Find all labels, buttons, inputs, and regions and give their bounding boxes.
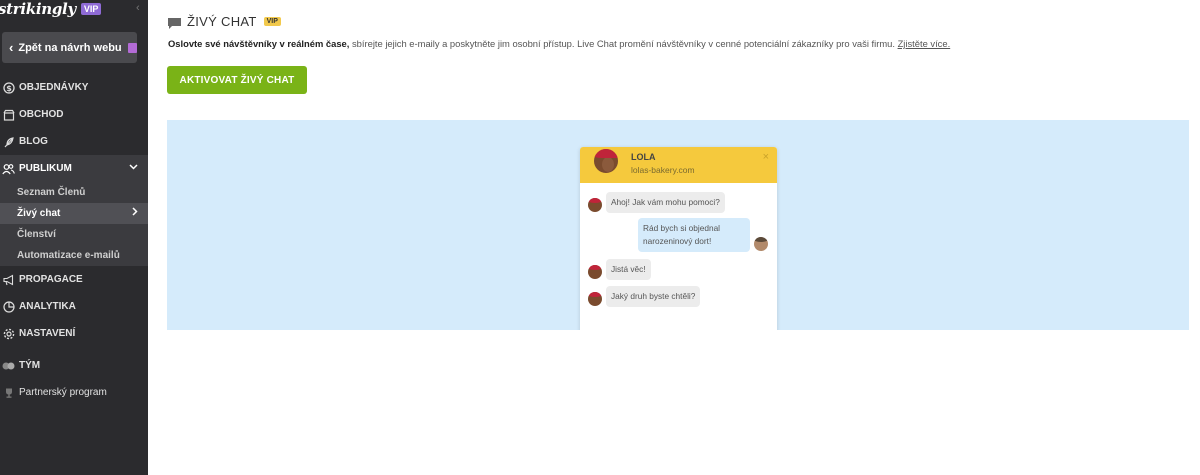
sidebar-item-settings[interactable]: NASTAVENÍ	[0, 320, 148, 347]
avatar-hair	[588, 292, 602, 297]
sidebar-item-label: PROPAGACE	[19, 274, 83, 285]
brand[interactable]: strikingly VIP	[0, 0, 102, 18]
sidebar-item-label: NASTAVENÍ	[19, 328, 76, 339]
feather-icon	[2, 135, 15, 148]
audience-submenu: Seznam Členů Živý chat Členství Automati…	[0, 182, 148, 266]
back-to-editor-button[interactable]: ‹ Zpět na návrh webu	[2, 32, 137, 63]
avatar-hair	[588, 265, 602, 270]
chat-message-agent: Jaký druh byste chtěli?	[606, 286, 701, 307]
people-icon	[2, 162, 15, 175]
pie-chart-icon	[2, 300, 15, 313]
avatar-hair	[754, 237, 768, 242]
avatar-hair	[594, 149, 618, 158]
sidebar-item-blog[interactable]: BLOG	[0, 128, 148, 155]
activate-live-chat-button[interactable]: AKTIVOVAT ŽIVÝ CHAT	[167, 66, 307, 94]
sidebar-item-team[interactable]: TÝM	[0, 352, 148, 379]
sidebar-item-label: OBJEDNÁVKY	[19, 82, 89, 93]
description-text: sbírejte jejich e-maily a poskytněte jim…	[349, 38, 898, 49]
sidebar-item-label: OBCHOD	[19, 109, 64, 120]
avatar-face	[602, 157, 614, 172]
chat-message-agent: Jistá věc!	[606, 259, 651, 280]
svg-text:$: $	[6, 84, 12, 93]
sidebar-item-store[interactable]: OBCHOD	[0, 101, 148, 128]
collapse-sidebar-icon[interactable]: ‹	[136, 2, 140, 14]
chevron-down-icon	[129, 162, 138, 173]
chat-widget-preview: LOLA lolas-bakery.com × Ahoj! Jak vám mo…	[580, 147, 777, 330]
chat-message-visitor: Rád bych si objednal narozeninový dort!	[638, 218, 750, 252]
message-line: narozeninový dort!	[643, 236, 712, 246]
chat-widget-header: LOLA lolas-bakery.com ×	[580, 147, 777, 183]
learn-more-link[interactable]: Zjistěte více.	[898, 38, 951, 49]
sidebar-item-label: TÝM	[19, 360, 41, 371]
page-description: Oslovte své návštěvníky v reálném čase, …	[168, 38, 950, 49]
chat-preview-area: LOLA lolas-bakery.com × Ahoj! Jak vám mo…	[167, 120, 1189, 330]
message-line: Rád bych si objednal	[643, 223, 721, 233]
store-icon	[2, 108, 15, 121]
visitor-mini-avatar	[754, 237, 768, 251]
chat-message-agent: Ahoj! Jak vám mohu pomoci?	[606, 192, 725, 213]
trophy-icon	[2, 386, 15, 399]
sidebar-subitem-email-automation[interactable]: Automatizace e-mailů	[0, 245, 148, 266]
sidebar-item-label: PUBLIKUM	[19, 163, 72, 174]
description-bold: Oslovte své návštěvníky v reálném čase,	[168, 38, 350, 49]
team-icon	[2, 359, 15, 372]
sidebar-subitem-label: Automatizace e-mailů	[17, 250, 120, 261]
vip-badge: VIP	[263, 17, 281, 26]
sidebar: strikingly VIP ‹ ‹ Zpět na návrh webu $ …	[0, 0, 148, 475]
vip-badge: VIP	[80, 3, 102, 15]
agent-mini-avatar	[588, 292, 602, 306]
sidebar-subitem-members[interactable]: Seznam Členů	[0, 182, 148, 203]
brand-logo: strikingly	[0, 0, 76, 18]
agent-mini-avatar	[588, 265, 602, 279]
sidebar-item-label: ANALYTIKA	[19, 301, 76, 312]
app-root: strikingly VIP ‹ ‹ Zpět na návrh webu $ …	[0, 0, 1200, 475]
sidebar-item-analytics[interactable]: ANALYTIKA	[0, 293, 148, 320]
agent-site: lolas-bakery.com	[631, 165, 695, 175]
sidebar-item-label: Partnerský program	[19, 387, 107, 398]
main-content: ŽIVÝ CHAT VIP Oslovte své návštěvníky v …	[148, 0, 1200, 475]
sidebar-subitem-membership[interactable]: Členství	[0, 224, 148, 245]
sidebar-item-label: BLOG	[19, 136, 48, 147]
sidebar-item-promotion[interactable]: PROPAGACE	[0, 266, 148, 293]
back-button-label: Zpět na návrh webu	[18, 41, 122, 54]
chevron-left-icon: ‹	[9, 40, 14, 55]
agent-avatar	[592, 147, 620, 175]
page-title: ŽIVÝ CHAT	[187, 14, 257, 29]
sidebar-nav: $ OBJEDNÁVKY OBCHOD BLOG PUBLIKUM Seznam…	[0, 74, 148, 406]
avatar-hair	[588, 198, 602, 203]
sidebar-item-partner-program[interactable]: Partnerský program	[0, 379, 148, 406]
sidebar-subitem-label: Členství	[17, 229, 56, 240]
megaphone-icon	[2, 273, 15, 286]
sidebar-item-orders[interactable]: $ OBJEDNÁVKY	[0, 74, 148, 101]
chat-bubble-icon	[168, 16, 181, 29]
dollar-circle-icon: $	[2, 81, 15, 94]
sidebar-subitem-label: Živý chat	[17, 208, 61, 219]
sidebar-item-audience[interactable]: PUBLIKUM	[0, 155, 148, 182]
page-header: ŽIVÝ CHAT VIP	[168, 14, 281, 29]
close-icon[interactable]: ×	[763, 151, 769, 163]
chevron-right-icon	[132, 207, 138, 219]
sidebar-subitem-live-chat[interactable]: Živý chat	[0, 203, 148, 224]
agent-name: LOLA	[631, 152, 656, 162]
sidebar-subitem-label: Seznam Členů	[17, 187, 86, 198]
paint-icon	[127, 42, 137, 53]
gear-icon	[2, 327, 15, 340]
agent-mini-avatar	[588, 198, 602, 212]
